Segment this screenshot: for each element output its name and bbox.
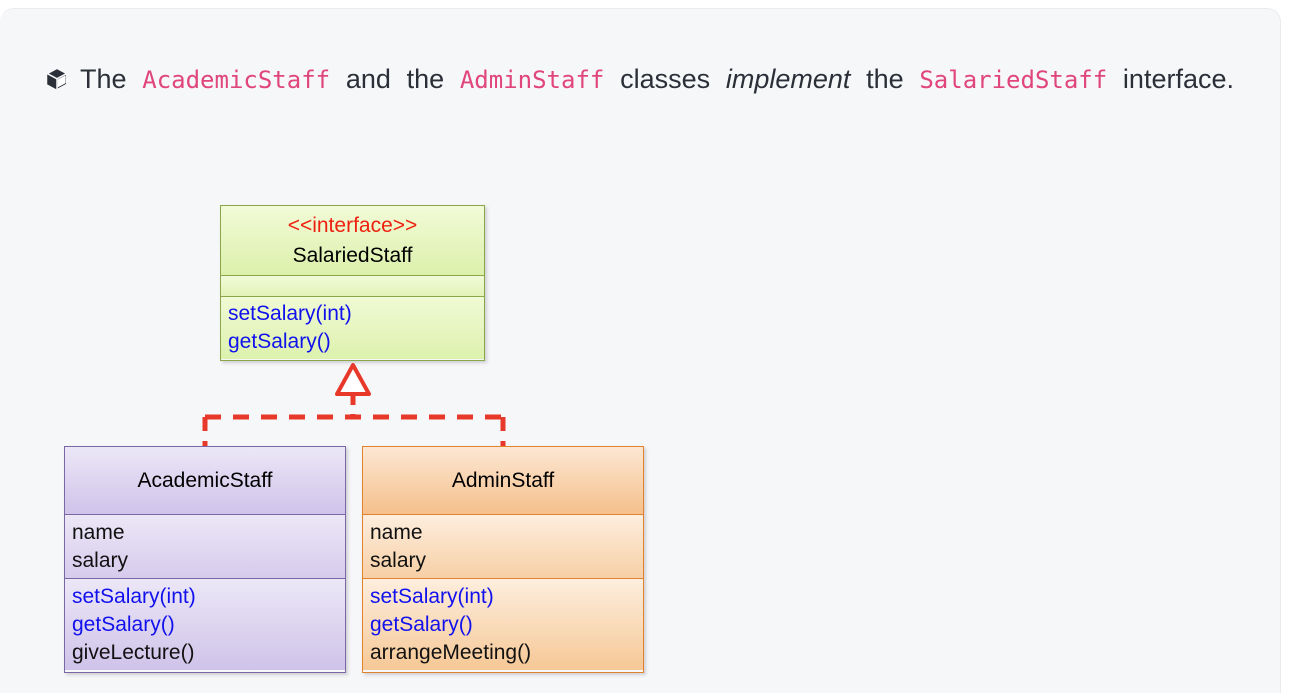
interface-name: SalariedStaff — [292, 244, 413, 267]
class-attribute: salary — [72, 549, 129, 572]
class-attributes-compartment: name salary — [65, 515, 345, 579]
class-operation: getSalary() — [72, 613, 175, 636]
content-card: The AcademicStaff and the AdminStaff cla… — [0, 8, 1281, 693]
realization-connector — [202, 363, 506, 447]
class-operations-compartment: setSalary(int) getSalary() arrangeMeetin… — [363, 579, 643, 670]
interface-stereotype: <<interface>> — [287, 214, 418, 237]
uml-class-adminstaff[interactable]: AdminStaff name salary setSalary(int) ge… — [362, 446, 644, 673]
interface-header: <<interface>> SalariedStaff — [221, 206, 484, 276]
uml-class-diagram: <<interface>> SalariedStaff setSalary(in… — [0, 9, 1280, 693]
class-operation: getSalary() — [370, 613, 473, 636]
interface-attributes-compartment — [221, 276, 484, 297]
class-attribute: name — [72, 521, 125, 544]
class-attributes-compartment: name salary — [363, 515, 643, 579]
hollow-triangle-arrowhead — [335, 363, 371, 396]
interface-operation: getSalary() — [228, 330, 331, 353]
class-operation: arrangeMeeting() — [370, 641, 532, 664]
class-attribute: salary — [370, 549, 427, 572]
class-operation: setSalary(int) — [370, 585, 494, 608]
class-header-adminstaff: AdminStaff — [363, 447, 643, 515]
uml-interface-salariedstaff[interactable]: <<interface>> SalariedStaff setSalary(in… — [220, 205, 485, 361]
class-operations-compartment: setSalary(int) getSalary() giveLecture() — [65, 579, 345, 670]
class-attribute: name — [370, 521, 423, 544]
interface-operation: setSalary(int) — [228, 302, 352, 325]
interface-operations-compartment: setSalary(int) getSalary() — [221, 297, 484, 359]
class-operation: giveLecture() — [72, 641, 195, 664]
class-header-academicstaff: AcademicStaff — [65, 447, 345, 515]
class-operation: setSalary(int) — [72, 585, 196, 608]
uml-class-academicstaff[interactable]: AcademicStaff name salary setSalary(int)… — [64, 446, 346, 673]
